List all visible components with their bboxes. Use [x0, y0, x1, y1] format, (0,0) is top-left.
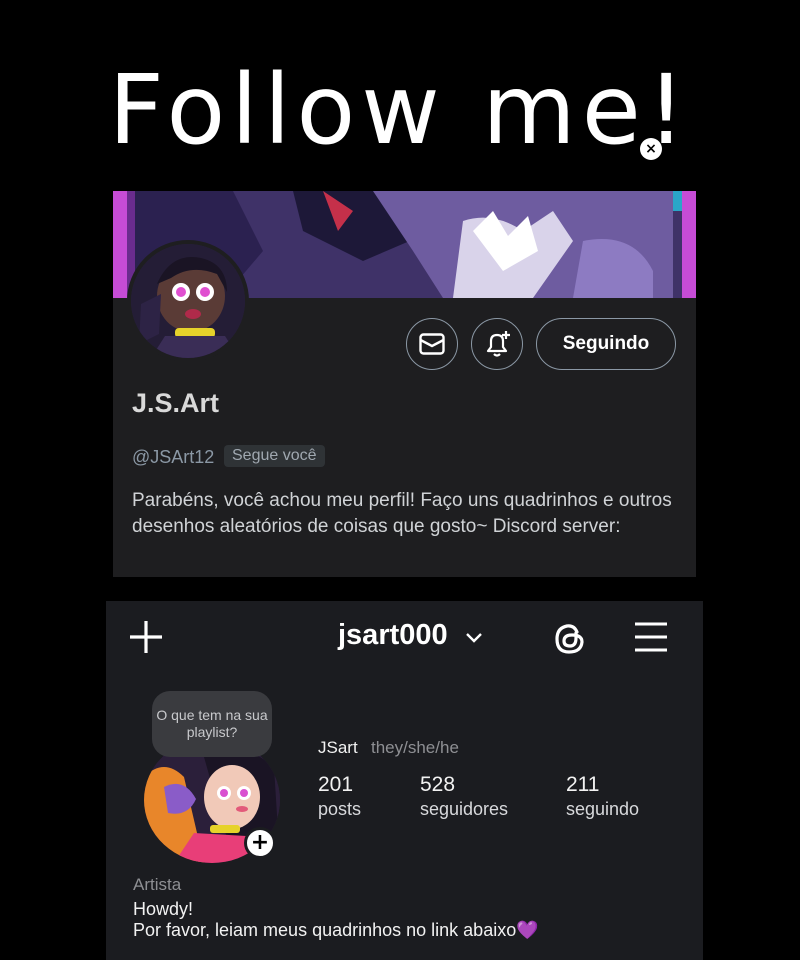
threads-icon[interactable] — [552, 619, 588, 657]
pronouns: they/she/he — [371, 738, 459, 757]
note-bubble[interactable]: O que tem na sua playlist? — [152, 691, 272, 757]
user-handle: @JSArt12 — [132, 447, 215, 467]
add-story-button[interactable]: + — [244, 827, 276, 859]
instagram-profile-card: jsart000 O que tem na sua playlist? + JS… — [106, 601, 703, 960]
following-count[interactable]: 211 — [566, 773, 599, 797]
account-username[interactable]: jsart000 — [338, 619, 448, 652]
profile-bio: Howdy! Por favor, leiam meus quadrinhos … — [133, 899, 693, 941]
bio-line: Howdy! — [133, 899, 194, 919]
followers-label[interactable]: seguidores — [420, 799, 508, 820]
posts-label[interactable]: posts — [318, 799, 361, 820]
x-mark-icon: × — [640, 138, 662, 160]
message-button[interactable] — [406, 318, 458, 370]
bell-plus-icon — [486, 331, 510, 357]
bio-line: Por favor, leiam meus quadrinhos no link… — [133, 920, 693, 941]
mail-icon — [419, 333, 445, 355]
follows-you-badge: Segue você — [224, 445, 325, 467]
posts-count[interactable]: 201 — [318, 773, 353, 797]
following-button[interactable]: Seguindo — [536, 318, 676, 370]
followers-count[interactable]: 528 — [420, 773, 455, 797]
bio-text: Por favor, leiam meus quadrinhos no link… — [133, 920, 517, 940]
chevron-down-icon[interactable] — [464, 627, 484, 647]
profile-category: Artista — [133, 875, 182, 894]
avatar[interactable] — [127, 240, 249, 362]
profile-bio: Parabéns, você achou meu perfil! Faço un… — [132, 490, 672, 537]
plus-icon[interactable] — [128, 619, 164, 655]
twitter-profile-card: Seguindo J.S.Art @JSArt12 Segue você Par… — [113, 191, 696, 577]
following-label[interactable]: seguindo — [566, 799, 639, 820]
notifications-button[interactable] — [471, 318, 523, 370]
purple-heart-icon: 💜 — [516, 920, 539, 940]
menu-icon[interactable] — [633, 621, 669, 653]
display-name: J.S.Art — [132, 388, 220, 418]
profile-name: JSart — [318, 738, 358, 757]
page-title: Follow me! — [108, 54, 692, 166]
